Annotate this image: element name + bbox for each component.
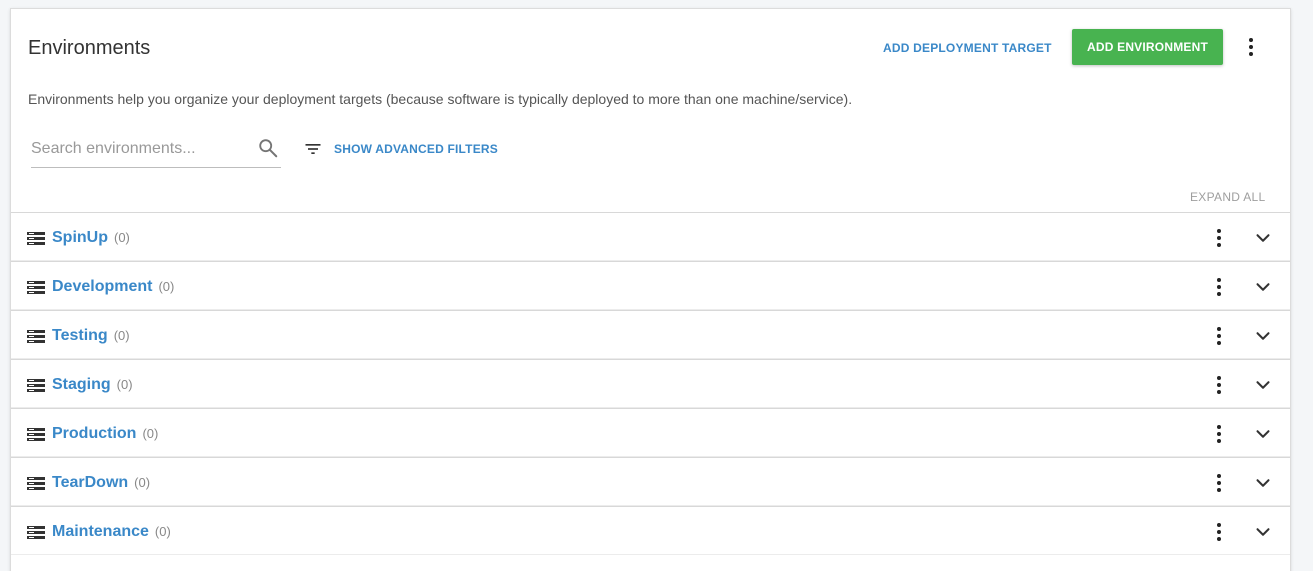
environment-row[interactable]: Testing (0) bbox=[11, 310, 1290, 359]
show-advanced-filters-button[interactable]: SHOW ADVANCED FILTERS bbox=[303, 139, 498, 159]
page-description: Environments help you organize your depl… bbox=[28, 91, 853, 107]
chevron-down-icon[interactable] bbox=[1252, 423, 1274, 445]
environment-row[interactable]: Production (0) bbox=[11, 408, 1290, 457]
environment-name-link[interactable]: Production bbox=[52, 425, 136, 443]
more-vertical-icon bbox=[1217, 277, 1221, 298]
add-deployment-target-button[interactable]: ADD DEPLOYMENT TARGET bbox=[879, 39, 1056, 57]
environment-overflow-menu-button[interactable] bbox=[1207, 422, 1231, 446]
card-header: Environments ADD DEPLOYMENT TARGET ADD E… bbox=[11, 9, 1290, 87]
environment-overflow-menu-button[interactable] bbox=[1207, 226, 1231, 250]
environment-row[interactable]: Staging (0) bbox=[11, 359, 1290, 408]
server-stack-icon bbox=[27, 428, 45, 441]
environment-target-count: (0) bbox=[116, 377, 133, 392]
add-environment-button[interactable]: ADD ENVIRONMENT bbox=[1072, 29, 1223, 65]
environment-title: Testing (0) bbox=[52, 327, 130, 345]
chevron-down-icon[interactable] bbox=[1252, 521, 1274, 543]
show-advanced-filters-label: SHOW ADVANCED FILTERS bbox=[334, 142, 498, 156]
server-stack-icon bbox=[27, 526, 45, 539]
environment-overflow-menu-button[interactable] bbox=[1207, 324, 1231, 348]
environment-target-count: (0) bbox=[113, 328, 130, 343]
environment-title: TearDown (0) bbox=[52, 474, 150, 492]
environment-overflow-menu-button[interactable] bbox=[1207, 520, 1231, 544]
environment-row[interactable]: Maintenance (0) bbox=[11, 506, 1290, 555]
more-vertical-icon bbox=[1217, 522, 1221, 543]
environment-title: Maintenance (0) bbox=[52, 523, 171, 541]
search-input[interactable] bbox=[31, 133, 251, 165]
chevron-down-icon[interactable] bbox=[1252, 276, 1274, 298]
environment-title: Production (0) bbox=[52, 425, 158, 443]
chevron-down-icon[interactable] bbox=[1252, 227, 1274, 249]
more-vertical-icon bbox=[1217, 228, 1221, 249]
page-title: Environments bbox=[28, 37, 151, 59]
environment-row[interactable]: SpinUp (0) bbox=[11, 212, 1290, 261]
environment-name-link[interactable]: Development bbox=[52, 278, 152, 296]
environment-title: Staging (0) bbox=[52, 376, 133, 394]
environment-target-count: (0) bbox=[134, 475, 151, 490]
more-vertical-icon bbox=[1217, 326, 1221, 347]
filter-icon bbox=[305, 144, 321, 154]
chevron-down-icon[interactable] bbox=[1252, 374, 1274, 396]
environment-target-count: (0) bbox=[154, 524, 171, 539]
environment-target-count: (0) bbox=[114, 230, 130, 245]
environment-name-link[interactable]: TearDown bbox=[52, 474, 128, 492]
environment-name-link[interactable]: Maintenance bbox=[52, 523, 149, 541]
chevron-down-icon[interactable] bbox=[1252, 472, 1274, 494]
more-vertical-icon bbox=[1217, 375, 1221, 396]
search-field bbox=[31, 133, 281, 168]
page-overflow-menu-button[interactable] bbox=[1239, 35, 1263, 59]
server-stack-icon bbox=[27, 379, 45, 392]
environment-name-link[interactable]: Staging bbox=[52, 376, 111, 394]
environments-card: Environments ADD DEPLOYMENT TARGET ADD E… bbox=[10, 8, 1291, 571]
environment-name-link[interactable]: SpinUp bbox=[52, 229, 108, 247]
environment-list: SpinUp (0) Development (0) Testing (0) S… bbox=[11, 212, 1290, 555]
more-vertical-icon bbox=[1217, 424, 1221, 445]
environment-name-link[interactable]: Testing bbox=[52, 327, 108, 345]
environment-target-count: (0) bbox=[142, 426, 159, 441]
server-stack-icon bbox=[27, 477, 45, 490]
environment-target-count: (0) bbox=[158, 279, 175, 294]
server-stack-icon bbox=[27, 232, 45, 245]
environment-row[interactable]: Development (0) bbox=[11, 261, 1290, 310]
environment-row[interactable]: TearDown (0) bbox=[11, 457, 1290, 506]
environment-overflow-menu-button[interactable] bbox=[1207, 373, 1231, 397]
environment-overflow-menu-button[interactable] bbox=[1207, 275, 1231, 299]
environment-overflow-menu-button[interactable] bbox=[1207, 471, 1231, 495]
environment-title: SpinUp (0) bbox=[52, 229, 130, 247]
server-stack-icon bbox=[27, 330, 45, 343]
environment-title: Development (0) bbox=[52, 278, 174, 296]
more-vertical-icon bbox=[1249, 37, 1253, 58]
chevron-down-icon[interactable] bbox=[1252, 325, 1274, 347]
server-stack-icon bbox=[27, 281, 45, 294]
expand-all-button[interactable]: EXPAND ALL bbox=[1190, 190, 1265, 204]
search-icon[interactable] bbox=[257, 137, 279, 159]
more-vertical-icon bbox=[1217, 473, 1221, 494]
